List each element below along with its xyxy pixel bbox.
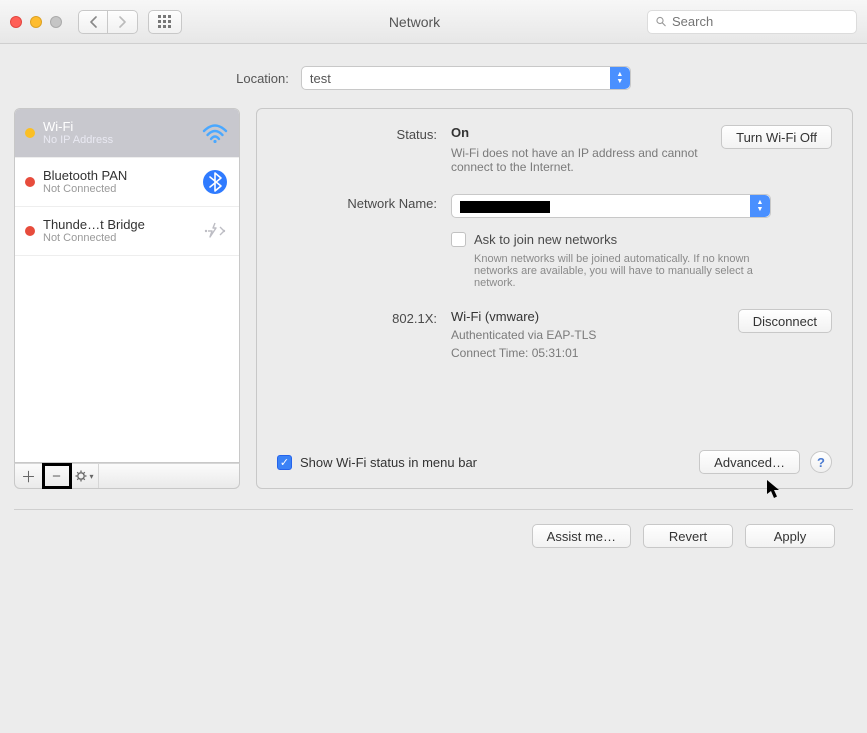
service-name: Bluetooth PAN bbox=[43, 168, 193, 183]
ask-to-join-checkbox[interactable] bbox=[451, 232, 466, 247]
window-titlebar: Network bbox=[0, 0, 867, 44]
wifi-toggle-button[interactable]: Turn Wi-Fi Off bbox=[721, 125, 832, 149]
back-button[interactable] bbox=[78, 10, 108, 34]
help-button[interactable]: ? bbox=[810, 451, 832, 473]
ask-to-join-label: Ask to join new networks bbox=[474, 232, 794, 247]
stepper-icon bbox=[610, 67, 630, 89]
service-name: Wi-Fi bbox=[43, 119, 193, 134]
grid-icon bbox=[158, 15, 172, 29]
network-name-label: Network Name: bbox=[277, 194, 437, 289]
service-item-thunderbolt[interactable]: Thunde…t Bridge Not Connected bbox=[15, 207, 239, 256]
apply-button[interactable]: Apply bbox=[745, 524, 835, 548]
dialog-footer: Assist me… Revert Apply bbox=[14, 510, 853, 548]
assist-me-button[interactable]: Assist me… bbox=[532, 524, 631, 548]
location-popup[interactable]: test bbox=[301, 66, 631, 90]
8021x-profile-name: Wi-Fi (vmware) bbox=[451, 309, 596, 324]
network-name-value bbox=[460, 201, 550, 213]
show-all-prefs-button[interactable] bbox=[148, 10, 182, 34]
status-description: Wi-Fi does not have an IP address and ca… bbox=[451, 146, 707, 174]
close-window-button[interactable] bbox=[10, 16, 22, 28]
8021x-disconnect-button[interactable]: Disconnect bbox=[738, 309, 832, 333]
status-dot-icon bbox=[25, 226, 35, 236]
location-row: Location: test bbox=[14, 56, 853, 108]
services-list: Wi-Fi No IP Address Bluetooth PAN Not Co… bbox=[14, 108, 240, 463]
advanced-button[interactable]: Advanced… bbox=[699, 450, 800, 474]
stepper-icon bbox=[750, 195, 770, 217]
remove-service-button[interactable]: − bbox=[43, 464, 71, 488]
wifi-icon bbox=[201, 119, 229, 147]
show-status-label: Show Wi-Fi status in menu bar bbox=[300, 455, 477, 470]
search-input[interactable] bbox=[672, 14, 848, 29]
zoom-window-button[interactable] bbox=[50, 16, 62, 28]
service-status: Not Connected bbox=[43, 232, 193, 245]
window-title: Network bbox=[192, 14, 637, 30]
search-field[interactable] bbox=[647, 10, 857, 34]
status-dot-icon bbox=[25, 177, 35, 187]
8021x-label: 802.1X: bbox=[277, 309, 437, 360]
cursor-icon bbox=[766, 479, 782, 499]
minimize-window-button[interactable] bbox=[30, 16, 42, 28]
revert-button[interactable]: Revert bbox=[643, 524, 733, 548]
search-icon bbox=[656, 15, 666, 28]
services-toolbar: ＋ − ▾ bbox=[14, 463, 240, 489]
add-service-button[interactable]: ＋ bbox=[15, 464, 43, 488]
show-status-checkbox[interactable]: ✓ bbox=[277, 455, 292, 470]
status-label: Status: bbox=[277, 125, 437, 174]
service-detail-panel: Status: On Wi-Fi does not have an IP add… bbox=[256, 108, 853, 489]
thunderbolt-icon bbox=[201, 217, 229, 245]
8021x-connect-time: Connect Time: 05:31:01 bbox=[451, 346, 596, 360]
gear-icon bbox=[75, 470, 87, 482]
services-sidebar: Wi-Fi No IP Address Bluetooth PAN Not Co… bbox=[14, 108, 240, 489]
8021x-auth-line: Authenticated via EAP-TLS bbox=[451, 328, 596, 342]
network-name-popup[interactable] bbox=[451, 194, 771, 218]
nav-back-forward bbox=[78, 10, 138, 34]
status-dot-icon bbox=[25, 128, 35, 138]
forward-button[interactable] bbox=[108, 10, 138, 34]
service-actions-button[interactable]: ▾ bbox=[71, 464, 99, 488]
location-value: test bbox=[310, 71, 331, 86]
ask-to-join-hint: Known networks will be joined automatica… bbox=[474, 253, 794, 289]
service-item-wifi[interactable]: Wi-Fi No IP Address bbox=[15, 109, 239, 158]
location-label: Location: bbox=[236, 71, 289, 86]
service-status: Not Connected bbox=[43, 183, 193, 196]
service-status: No IP Address bbox=[43, 134, 193, 147]
service-name: Thunde…t Bridge bbox=[43, 217, 193, 232]
status-value: On bbox=[451, 125, 707, 140]
traffic-lights bbox=[10, 16, 62, 28]
chevron-down-icon: ▾ bbox=[89, 472, 93, 481]
service-item-bluetooth[interactable]: Bluetooth PAN Not Connected bbox=[15, 158, 239, 207]
bluetooth-icon bbox=[201, 168, 229, 196]
